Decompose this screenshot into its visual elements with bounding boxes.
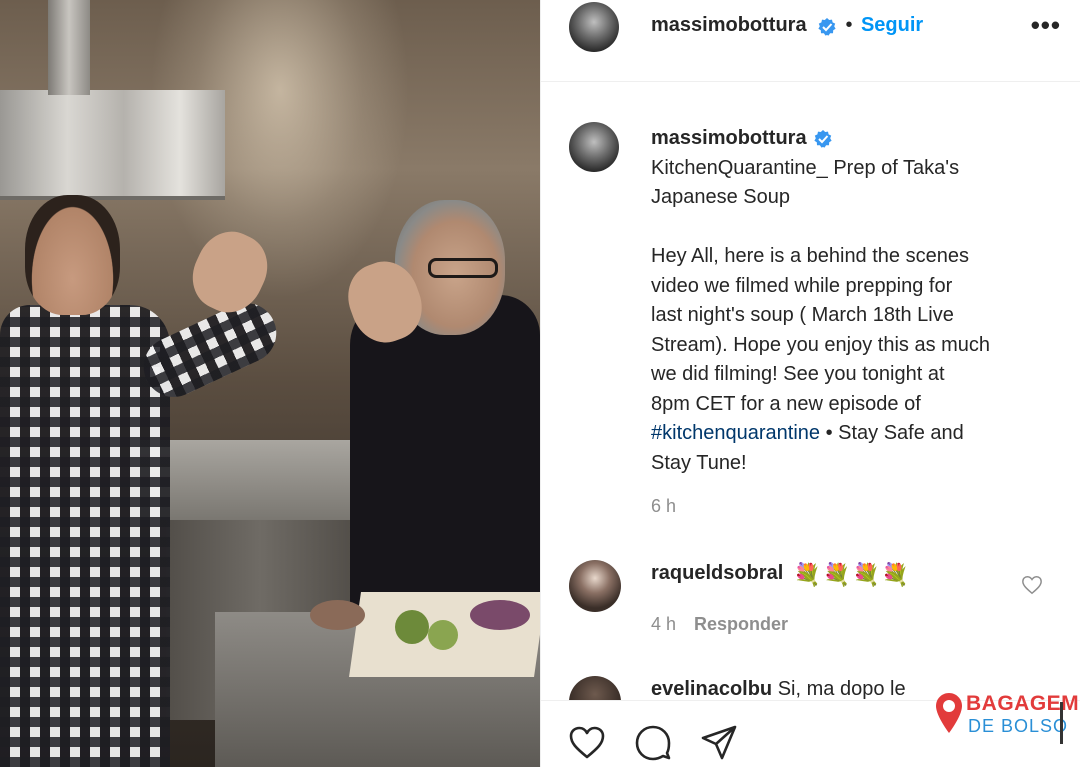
caption-body-line: last night's soup ( March 18th Live (651, 304, 954, 326)
comment-username[interactable]: raqueldsobral (651, 562, 783, 584)
comment-icon[interactable] (633, 723, 673, 763)
comment-item: raqueldsobral 💐💐💐💐 (651, 562, 911, 588)
watermark-divider (1060, 702, 1063, 744)
caption-title-line: KitchenQuarantine_ Prep of Taka's (651, 156, 960, 179)
map-pin-icon (936, 693, 962, 733)
caption-body-line: 8pm CET for a new episode of (651, 392, 921, 415)
more-options-icon[interactable]: ••• (1031, 10, 1061, 41)
caption-body-line: Stay Tune! (651, 451, 747, 474)
comment-username[interactable]: evelinacolbu (651, 678, 772, 700)
caption-hashtag-line: #kitchenquarantine • Stay Safe and (651, 419, 1051, 449)
watermark-logo: BAGAGEM DE BOLSO (930, 686, 1079, 746)
verified-badge-icon (818, 17, 836, 36)
comment-item: evelinacolbu Si, ma dopo le (651, 678, 906, 701)
person-chef (310, 200, 540, 630)
caption-body-line: Stream). Hope you enjoy this as much (651, 333, 991, 356)
caption-time[interactable]: 6 h (651, 492, 1051, 522)
kitchen-hood (0, 90, 225, 200)
vegetable (395, 610, 429, 644)
comment-avatar[interactable] (569, 560, 621, 612)
watermark-bottom-text: DE BOLSO (968, 716, 1069, 736)
header-title: massimobottura • Seguir (651, 14, 923, 37)
hashtag-link[interactable]: #kitchenquarantine (651, 422, 820, 444)
comment-text: 💐💐💐💐 (793, 562, 912, 587)
follow-button[interactable]: Seguir (861, 14, 923, 36)
verified-badge-icon (813, 129, 832, 148)
header-separator: • (845, 14, 853, 36)
caption-body-line: video we filmed while prepping for (651, 274, 953, 297)
vegetable (428, 620, 458, 650)
caption: massimobottura KitchenQuarantine_ Prep o… (651, 124, 1051, 522)
caption-header: massimobottura (651, 124, 1051, 154)
reply-button[interactable]: Responder (694, 614, 788, 634)
comment-time[interactable]: 4 h (651, 614, 676, 634)
share-icon[interactable] (699, 723, 739, 763)
caption-title-line: Japanese Soup (651, 186, 791, 208)
comment-text: Si, ma dopo le (777, 678, 906, 700)
vegetable (310, 600, 365, 630)
vegetable (470, 600, 530, 630)
post-media-video[interactable] (0, 0, 540, 767)
post-header: massimobottura • Seguir ••• (541, 0, 1080, 82)
caption-after-hashtag: • Stay Safe and (820, 422, 964, 444)
post-side-panel: massimobottura • Seguir ••• massimobottu… (540, 0, 1080, 767)
caption-body-line: Hey All, here is a behind the scenes (651, 245, 969, 267)
caption-body-line: we did filming! See you tonight at (651, 363, 945, 385)
like-comment-heart-icon[interactable] (1021, 574, 1043, 596)
caption-gap (651, 213, 1051, 243)
author-avatar[interactable] (569, 2, 619, 52)
heart-icon[interactable] (567, 723, 607, 763)
caption-avatar[interactable] (569, 122, 619, 172)
author-username[interactable]: massimobottura (651, 14, 807, 36)
comment-meta: 4 h Responder (651, 614, 788, 635)
hood-pipe (48, 0, 90, 95)
caption-username[interactable]: massimobottura (651, 124, 807, 154)
